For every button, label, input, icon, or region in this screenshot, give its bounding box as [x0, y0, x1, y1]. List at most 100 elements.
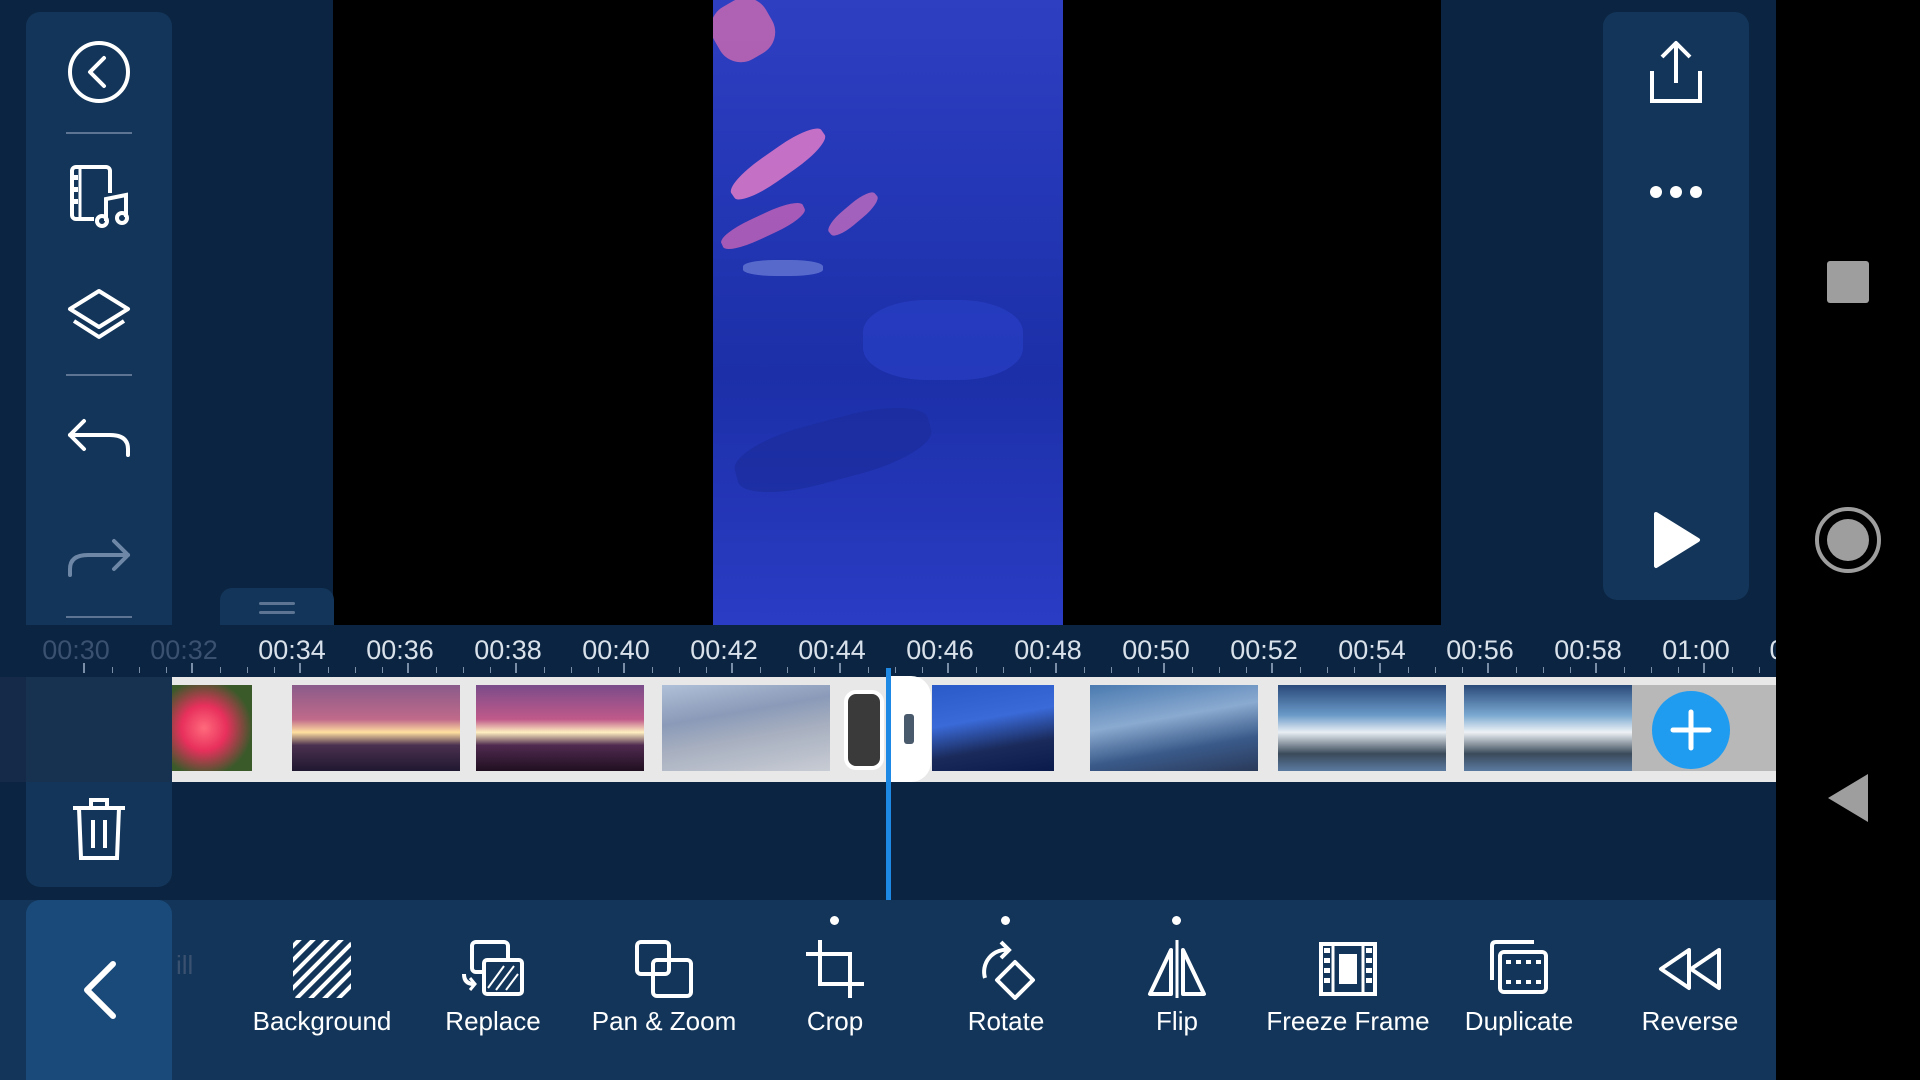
recents-button[interactable] — [1776, 255, 1920, 309]
crop-tool-button[interactable]: Crop — [750, 936, 920, 1048]
media-library-button[interactable] — [26, 146, 172, 246]
offscreen-clip — [0, 677, 172, 782]
add-clip-button[interactable] — [1652, 691, 1730, 769]
duplicate-tool-button[interactable]: Duplicate — [1434, 936, 1604, 1048]
undo-icon — [68, 419, 130, 457]
timeline-minor-tick — [1408, 667, 1409, 673]
system-navigation-bar — [1776, 0, 1920, 1080]
rail-divider — [66, 132, 132, 134]
timeline-minor-tick — [922, 667, 923, 673]
grip-icon — [904, 714, 914, 744]
timeline-minor-tick — [544, 667, 545, 673]
timeline-minor-tick — [1732, 667, 1733, 673]
timeline-tick — [515, 663, 517, 673]
timeline-tick — [1595, 663, 1597, 673]
rail-divider — [66, 616, 132, 618]
drag-handle-icon — [259, 602, 295, 620]
timeline-minor-tick — [355, 667, 356, 673]
timeline-tick — [623, 663, 625, 673]
timeline-tick-label: 00:30 — [42, 635, 110, 665]
redo-icon — [68, 539, 130, 577]
home-circle-icon — [1815, 507, 1881, 573]
timeline-tick-label: 00:48 — [1014, 635, 1082, 665]
timeline-minor-tick — [787, 667, 788, 673]
preview-area — [0, 0, 1776, 625]
home-button[interactable] — [1776, 505, 1920, 575]
background-tool-button[interactable]: Background — [237, 936, 407, 1048]
playhead[interactable] — [886, 668, 891, 900]
tool-label: Pan & Zoom — [591, 1006, 737, 1036]
flip-tool-button[interactable]: Flip — [1092, 936, 1262, 1048]
preview-video-frame — [713, 0, 1063, 625]
timeline-minor-tick — [1327, 667, 1328, 673]
clip-thumbnail — [292, 685, 460, 771]
timeline-minor-tick — [760, 667, 761, 673]
back-circle-icon — [68, 41, 130, 103]
share-button[interactable] — [1603, 22, 1749, 122]
timeline-minor-tick — [382, 667, 383, 673]
timeline-tick — [1271, 663, 1273, 673]
system-back-button[interactable] — [1776, 770, 1920, 826]
reverse-tool-button[interactable]: Reverse — [1605, 936, 1775, 1048]
timeline-tick-label: 00:44 — [798, 635, 866, 665]
rotate-icon — [982, 940, 1035, 1000]
freeze-frame-tool-button[interactable]: Freeze Frame — [1263, 936, 1433, 1048]
back-circle-button[interactable] — [26, 22, 172, 122]
redo-button[interactable] — [26, 508, 172, 608]
timeline-minor-tick — [1138, 667, 1139, 673]
clip-filmstrip[interactable] — [172, 677, 1776, 782]
timeline-minor-tick — [1516, 667, 1517, 673]
timeline-minor-tick — [1030, 667, 1031, 673]
timeline-tick — [731, 663, 733, 673]
timeline-minor-tick — [1624, 667, 1625, 673]
timeline-tick — [1163, 663, 1165, 673]
more-options-button[interactable] — [1603, 142, 1749, 242]
timeline-tick-label: 00:40 — [582, 635, 650, 665]
replace-tool-button[interactable]: Replace — [408, 936, 578, 1048]
timeline-minor-tick — [328, 667, 329, 673]
clip-thumbnail — [932, 685, 1054, 771]
timeline-tick — [839, 663, 841, 673]
crop-icon — [806, 940, 864, 998]
timeline-tick-label: 00:50 — [1122, 635, 1190, 665]
timeline-minor-tick — [976, 667, 977, 673]
rotate-tool-button[interactable]: Rotate — [921, 936, 1091, 1048]
timeline-minor-tick — [868, 667, 869, 673]
pan-zoom-tool-button[interactable]: Pan & Zoom — [579, 936, 749, 1048]
selected-clip-handle[interactable] — [887, 676, 931, 782]
timeline-minor-tick — [166, 667, 167, 673]
timeline-minor-tick — [1084, 667, 1085, 673]
timeline-tick-label: 00:36 — [366, 635, 434, 665]
flip-icon — [1148, 940, 1206, 998]
clip-thumbnail — [662, 685, 830, 771]
timeline-minor-tick — [814, 667, 815, 673]
timeline-tick-label: 00:38 — [474, 635, 542, 665]
timeline-minor-tick — [1219, 667, 1220, 673]
timeline-tick — [1379, 663, 1381, 673]
timeline-minor-tick — [463, 667, 464, 673]
timeline-tick — [299, 663, 301, 673]
rail-divider — [66, 374, 132, 376]
tool-label: Duplicate — [1464, 1006, 1574, 1036]
play-button[interactable] — [1603, 490, 1749, 590]
collapse-tools-button[interactable] — [26, 900, 172, 1080]
delete-button[interactable] — [26, 779, 172, 879]
clip-trim-handle[interactable] — [844, 690, 884, 770]
undo-button[interactable] — [26, 388, 172, 488]
timeline-minor-tick — [706, 667, 707, 673]
timeline-tick — [947, 663, 949, 673]
share-export-icon — [1650, 41, 1702, 103]
timeline-tick — [1055, 663, 1057, 673]
timeline-minor-tick — [571, 667, 572, 673]
layers-button[interactable] — [26, 266, 172, 366]
timeline-minor-tick — [220, 667, 221, 673]
tool-label: Background — [252, 1006, 392, 1036]
timeline-minor-tick — [1435, 667, 1436, 673]
video-editor: 00:30 00:32 00:34 00:36 00:38 00:40 00:42 00:44… — [0, 0, 1776, 1080]
play-icon — [1654, 512, 1700, 568]
tool-label: Reverse — [1641, 1006, 1739, 1036]
timeline-minor-tick — [1543, 667, 1544, 673]
timeline-drag-handle[interactable] — [220, 588, 334, 628]
timeline-minor-tick — [1111, 667, 1112, 673]
tool-label: Crop — [806, 1006, 864, 1036]
